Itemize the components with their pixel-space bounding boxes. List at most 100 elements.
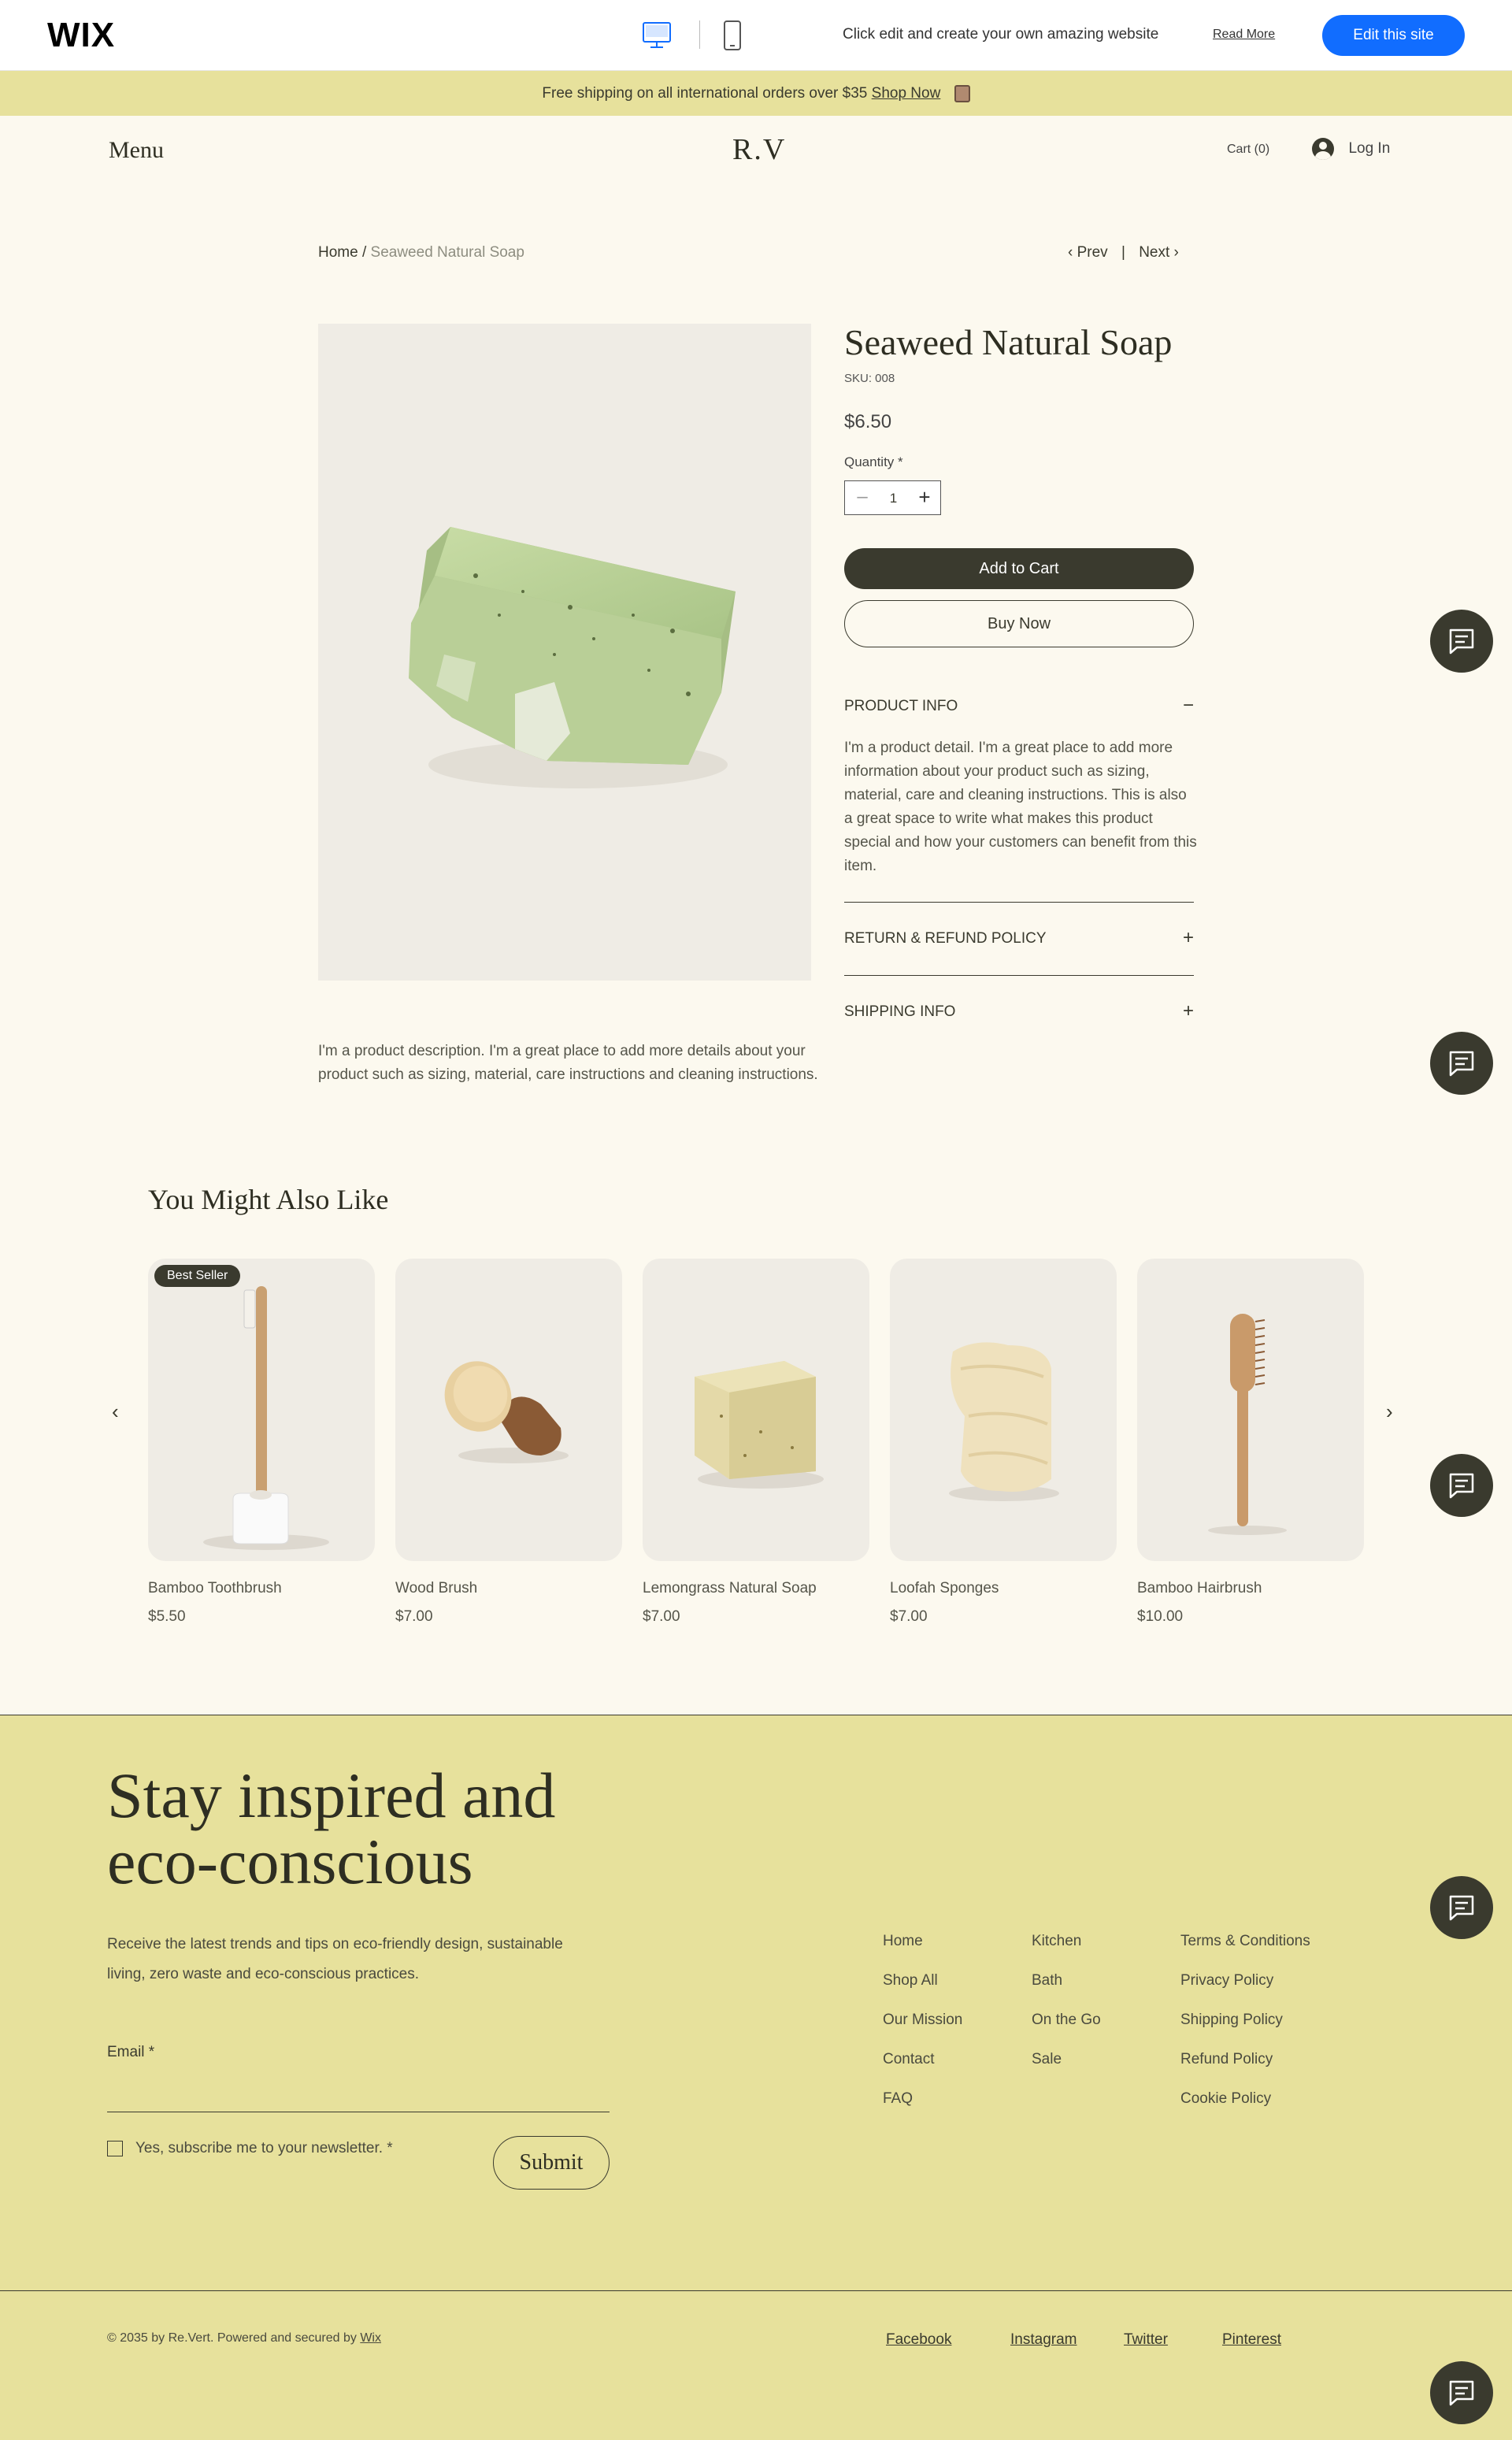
chevron-right-icon[interactable]: › [1174, 244, 1179, 261]
product-description: I'm a product description. I'm a great p… [318, 1043, 818, 1083]
chat-icon [1449, 629, 1474, 654]
product-card-image[interactable]: Best Seller [148, 1259, 375, 1561]
mobile-view-icon[interactable] [723, 20, 742, 50]
plus-icon[interactable]: + [1183, 927, 1194, 949]
next-link[interactable]: Next [1139, 244, 1169, 261]
product-card[interactable]: Lemongrass Natural Soap $7.00 [643, 1259, 869, 1626]
hairbrush-image [1208, 1314, 1287, 1535]
shopping-bag-icon [954, 84, 970, 102]
product-card[interactable]: Best Seller Bamboo Toothbrush $5.50 [148, 1259, 375, 1626]
footer-bottom-bar [0, 2290, 1512, 2440]
product-card[interactable]: Loofah Sponges $7.00 [890, 1259, 1117, 1626]
footer-link-cookie-policy[interactable]: Cookie Policy [1180, 2090, 1271, 2108]
facebook-link[interactable]: Facebook [886, 2331, 951, 2349]
chat-button[interactable] [1430, 610, 1493, 673]
product-card-image[interactable] [890, 1259, 1117, 1561]
footer-headline-line-1: Stay inspired and [107, 1760, 556, 1831]
product-image[interactable] [318, 324, 811, 981]
product-card-price: $10.00 [1137, 1608, 1184, 1625]
read-more-link[interactable]: Read More [1213, 28, 1275, 42]
email-label: Email * [107, 2044, 155, 2060]
edit-this-site-button[interactable]: Edit this site [1322, 15, 1465, 56]
chevron-right-icon[interactable]: › [1386, 1400, 1393, 1424]
chat-icon [1449, 1473, 1474, 1499]
accordion-product-info[interactable]: PRODUCT INFO − [844, 695, 1194, 717]
accordion-title: RETURN & REFUND POLICY [844, 930, 1047, 947]
footer-link-contact[interactable]: Contact [883, 2051, 934, 2068]
product-card-name[interactable]: Loofah Sponges [890, 1580, 1117, 1597]
product-card-image[interactable] [643, 1259, 869, 1561]
product-info-text: I'm a product detail. I'm a great place … [844, 740, 1197, 874]
product-card-name[interactable]: Lemongrass Natural Soap [643, 1580, 869, 1597]
chat-button[interactable] [1430, 1032, 1493, 1095]
avatar-icon [1312, 138, 1334, 160]
product-card[interactable]: Bamboo Hairbrush $10.00 [1137, 1259, 1364, 1626]
footer-link-terms[interactable]: Terms & Conditions [1180, 1933, 1310, 1950]
product-sku: SKU: 008 [844, 372, 895, 385]
prev-next-divider: | [1121, 244, 1125, 261]
product-card-price: $7.00 [395, 1608, 433, 1625]
add-to-cart-button[interactable]: Add to Cart [844, 548, 1194, 589]
chat-button[interactable] [1430, 2361, 1493, 2424]
footer-link-bath[interactable]: Bath [1032, 1972, 1062, 1989]
pinterest-link[interactable]: Pinterest [1222, 2331, 1281, 2349]
footer-link-kitchen[interactable]: Kitchen [1032, 1933, 1081, 1950]
footer-link-shop-all[interactable]: Shop All [883, 1972, 938, 1989]
product-card-image[interactable] [395, 1259, 622, 1561]
twitter-link[interactable]: Twitter [1124, 2331, 1168, 2349]
menu-button[interactable]: Menu [109, 137, 164, 164]
footer-link-privacy[interactable]: Privacy Policy [1180, 1972, 1273, 1989]
announcement-text: Free shipping on all international order… [542, 85, 868, 102]
copyright-text: © 2035 by Re.Vert. Powered and secured b… [107, 2331, 381, 2345]
quantity-label: Quantity * [844, 454, 903, 469]
footer-link-shipping-policy[interactable]: Shipping Policy [1180, 2012, 1283, 2029]
quantity-increase-button[interactable]: + [915, 487, 934, 507]
cart-link[interactable]: Cart (0) [1227, 143, 1269, 157]
desktop-view-icon[interactable] [643, 22, 671, 49]
accordion-return-policy[interactable]: RETURN & REFUND POLICY + [844, 927, 1194, 949]
chat-button[interactable] [1430, 1454, 1493, 1517]
wix-link[interactable]: Wix [360, 2331, 381, 2345]
product-card-image[interactable] [1137, 1259, 1364, 1561]
buy-now-button[interactable]: Buy Now [844, 600, 1194, 647]
toothbrush-image [203, 1286, 329, 1550]
wix-promo-text: Click edit and create your own amazing w… [843, 26, 1159, 43]
footer-link-home[interactable]: Home [883, 1933, 923, 1950]
loofah-image [949, 1342, 1059, 1501]
footer-link-refund-policy[interactable]: Refund Policy [1180, 2051, 1273, 2068]
subscribe-checkbox[interactable] [107, 2141, 123, 2156]
breadcrumb-current: Seaweed Natural Soap [370, 244, 524, 261]
instagram-link[interactable]: Instagram [1010, 2331, 1077, 2349]
chevron-left-icon[interactable]: ‹ [112, 1400, 119, 1424]
chevron-left-icon[interactable]: ‹ [1068, 244, 1073, 261]
minus-icon[interactable]: − [1183, 695, 1194, 717]
product-card[interactable]: Wood Brush $7.00 [395, 1259, 622, 1626]
plus-icon[interactable]: + [1183, 1000, 1194, 1022]
footer-link-sale[interactable]: Sale [1032, 2051, 1062, 2068]
view-divider [699, 20, 700, 49]
accordion-shipping-info[interactable]: SHIPPING INFO + [844, 1000, 1194, 1022]
related-products-title: You Might Also Like [148, 1184, 389, 1215]
breadcrumb-separator: / [358, 244, 371, 261]
shop-now-link[interactable]: Shop Now [872, 85, 941, 102]
product-card-name[interactable]: Bamboo Toothbrush [148, 1580, 375, 1597]
best-seller-badge: Best Seller [154, 1265, 241, 1287]
footer-link-on-the-go[interactable]: On the Go [1032, 2012, 1101, 2029]
product-card-name[interactable]: Bamboo Hairbrush [1137, 1580, 1364, 1597]
product-card-name[interactable]: Wood Brush [395, 1580, 622, 1597]
chat-button[interactable] [1430, 1876, 1493, 1939]
breadcrumb-home[interactable]: Home [318, 244, 358, 261]
footer-link-our-mission[interactable]: Our Mission [883, 2012, 962, 2029]
quantity-decrease-button[interactable]: – [853, 488, 872, 507]
footer-link-faq[interactable]: FAQ [883, 2090, 913, 2108]
subscribe-label: Yes, subscribe me to your newsletter. * [135, 2140, 393, 2156]
divider [844, 975, 1194, 976]
chat-icon [1449, 2380, 1474, 2406]
email-field[interactable] [107, 2071, 610, 2112]
login-button[interactable]: Log In [1312, 138, 1390, 161]
submit-button[interactable]: Submit [493, 2136, 610, 2190]
wix-logo[interactable]: WIX [47, 16, 115, 55]
quantity-input[interactable]: 1 [880, 491, 907, 506]
site-logo[interactable]: R.V [732, 132, 786, 167]
prev-link[interactable]: Prev [1077, 244, 1108, 261]
